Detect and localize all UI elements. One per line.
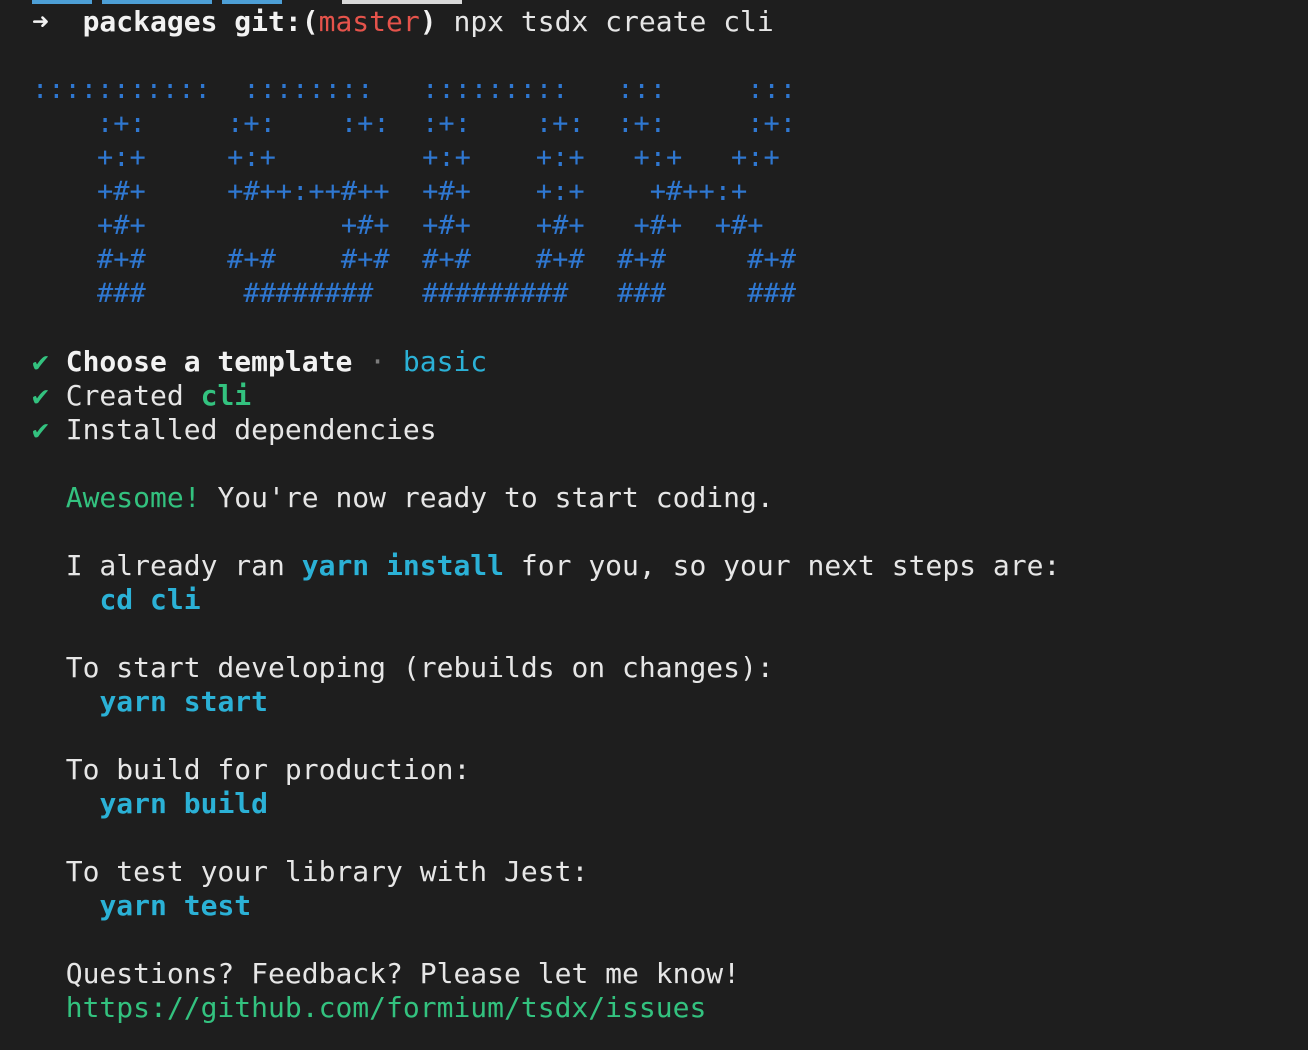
dev-text-line: To start developing (rebuilds on changes…	[32, 651, 1292, 685]
logo-line: +#+ +#++:++#++ +#+ +:+ +#++:+	[32, 176, 748, 207]
dev-command-line: yarn start	[32, 685, 1292, 719]
check-icon: ✔	[32, 413, 49, 446]
logo-line: ::::::::::: :::::::: ::::::::: ::: :::	[32, 74, 797, 105]
test-text: To test your library with Jest:	[65, 855, 589, 888]
yarn-test-command: yarn test	[99, 889, 252, 922]
check-icon: ✔	[32, 379, 49, 412]
already-ran-line: I already ran yarn install for you, so y…	[32, 549, 1292, 583]
build-text: To build for production:	[65, 753, 471, 786]
questions-line: Questions? Feedback? Please let me know!	[32, 957, 1292, 991]
cd-command: cd cli	[99, 583, 201, 616]
terminal-output[interactable]: ➜ packages git:(master) npx tsdx create …	[32, 5, 1292, 1025]
step-created: ✔ Created cli	[32, 379, 1292, 413]
prompt-command: npx tsdx create cli	[453, 5, 774, 38]
already-ran-pre: I already ran	[65, 549, 285, 582]
prompt-line: ➜ packages git:(master) npx tsdx create …	[32, 5, 1292, 39]
yarn-install-command: yarn install	[301, 549, 505, 582]
awesome-text: Awesome!	[65, 481, 201, 514]
questions-text: Questions? Feedback? Please let me know!	[65, 957, 741, 990]
previous-line-fragment-b	[102, 0, 212, 4]
previous-line-fragment-a	[32, 0, 92, 4]
test-text-line: To test your library with Jest:	[32, 855, 1292, 889]
cd-command-line: cd cli	[32, 583, 1292, 617]
check-icon: ✔	[32, 345, 49, 378]
prompt-git-close: )	[419, 5, 437, 38]
previous-line-fragment-d	[342, 0, 462, 4]
ready-text: You're now ready to start coding.	[217, 481, 774, 514]
issues-link[interactable]: https://github.com/formium/tsdx/issues	[66, 991, 707, 1024]
step-separator: ·	[369, 345, 387, 378]
yarn-start-command: yarn start	[99, 685, 269, 718]
step-installed-label: Installed dependencies	[65, 413, 437, 446]
prompt-branch: master	[318, 5, 420, 38]
step-template-value: basic	[402, 345, 488, 378]
prompt-git-label: git:(	[234, 5, 319, 38]
step-installed: ✔ Installed dependencies	[32, 413, 1292, 447]
issues-link-line: https://github.com/formium/tsdx/issues	[32, 991, 1292, 1025]
logo-line: +#+ +#+ +#+ +#+ +#+ +#+	[32, 210, 764, 241]
logo-line: +:+ +:+ +:+ +:+ +:+ +:+	[32, 142, 780, 173]
previous-line-fragment-c	[222, 0, 282, 4]
test-command-line: yarn test	[32, 889, 1292, 923]
prompt-arrow-icon: ➜	[32, 5, 49, 38]
step-choose-label: Choose a template	[65, 345, 353, 378]
dev-text: To start developing (rebuilds on changes…	[65, 651, 774, 684]
step-created-label: Created	[65, 379, 184, 412]
awesome-line: Awesome! You're now ready to start codin…	[32, 481, 1292, 515]
prompt-directory: packages	[82, 5, 218, 38]
logo-line: :+: :+: :+: :+: :+: :+: :+:	[32, 108, 797, 139]
ascii-logo: ::::::::::: :::::::: ::::::::: ::: ::: :…	[32, 73, 1292, 311]
yarn-build-command: yarn build	[99, 787, 269, 820]
already-ran-post: for you, so your next steps are:	[520, 549, 1061, 582]
step-created-name: cli	[200, 379, 252, 412]
logo-line: ### ######## ######### ### ###	[32, 278, 797, 309]
build-text-line: To build for production:	[32, 753, 1292, 787]
step-choose-template: ✔ Choose a template · basic	[32, 345, 1292, 379]
logo-line: #+# #+# #+# #+# #+# #+# #+#	[32, 244, 797, 275]
build-command-line: yarn build	[32, 787, 1292, 821]
